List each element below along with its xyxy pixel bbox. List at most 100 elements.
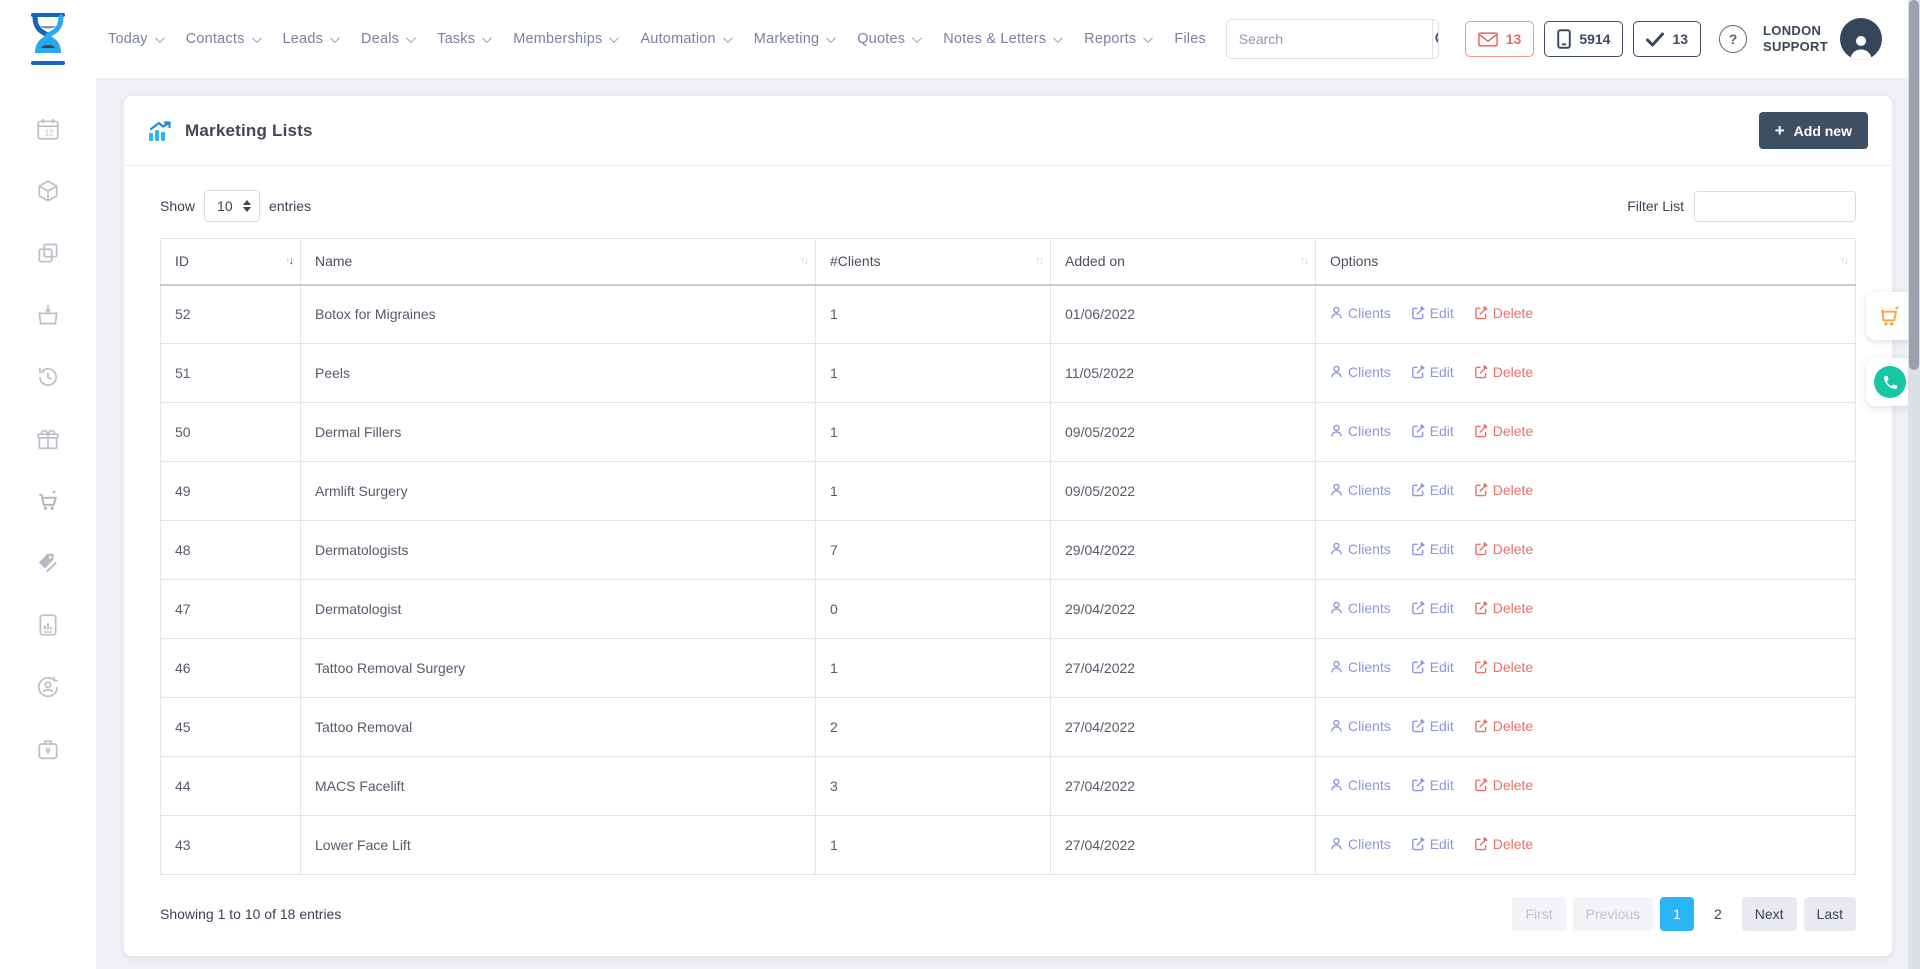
entries-summary: Showing 1 to 10 of 18 entries: [160, 906, 341, 922]
column-header-options[interactable]: Options ↑↓: [1316, 239, 1856, 285]
column-header-clients[interactable]: #Clients ↑↓: [816, 239, 1051, 285]
cell-clients: 7: [816, 521, 1051, 580]
delete-link[interactable]: Delete: [1474, 541, 1533, 557]
edit-link[interactable]: Edit: [1411, 482, 1454, 498]
scrollbar-track[interactable]: [1908, 0, 1920, 969]
nav-item-marketing[interactable]: Marketing: [754, 31, 833, 47]
clients-link[interactable]: Clients: [1330, 423, 1391, 439]
edit-link[interactable]: Edit: [1411, 600, 1454, 616]
delete-link[interactable]: Delete: [1474, 836, 1533, 852]
edit-link[interactable]: Edit: [1411, 541, 1454, 557]
nav-item-label: Today: [108, 31, 148, 47]
delete-link[interactable]: Delete: [1474, 482, 1533, 498]
clients-link[interactable]: Clients: [1330, 836, 1391, 852]
nav-item-notes-letters[interactable]: Notes & Letters: [943, 31, 1060, 47]
edit-link[interactable]: Edit: [1411, 777, 1454, 793]
mail-icon: [1478, 32, 1498, 47]
pagination-last[interactable]: Last: [1804, 897, 1856, 931]
calendar-icon[interactable]: 12: [35, 116, 61, 142]
floating-phone-button[interactable]: [1866, 358, 1914, 406]
edit-link[interactable]: Edit: [1411, 659, 1454, 675]
pagination-previous[interactable]: Previous: [1573, 897, 1653, 931]
pagination-1[interactable]: 1: [1660, 897, 1694, 931]
delete-link[interactable]: Delete: [1474, 718, 1533, 734]
clients-link[interactable]: Clients: [1330, 777, 1391, 793]
search-input[interactable]: [1227, 20, 1432, 58]
column-header-id[interactable]: ID ↑↓: [161, 239, 301, 285]
mail-badge[interactable]: 13: [1465, 21, 1535, 57]
nav-item-today[interactable]: Today: [108, 31, 162, 47]
table-row: 48 Dermatologists 7 29/04/2022 Clients: [161, 521, 1856, 580]
edit-link[interactable]: Edit: [1411, 423, 1454, 439]
phone-badge[interactable]: 5914: [1544, 21, 1623, 57]
delete-pencil-square-icon: [1474, 601, 1488, 615]
delete-link[interactable]: Delete: [1474, 305, 1533, 321]
delete-pencil-square-icon: [1474, 483, 1488, 497]
search-button[interactable]: [1432, 20, 1439, 58]
pagination-2[interactable]: 2: [1701, 897, 1735, 931]
delete-link[interactable]: Delete: [1474, 777, 1533, 793]
delete-pencil-square-icon: [1474, 778, 1488, 792]
clients-link[interactable]: Clients: [1330, 718, 1391, 734]
tasks-badge[interactable]: 13: [1633, 21, 1701, 57]
basket-icon[interactable]: [35, 302, 61, 328]
report-document-icon[interactable]: [35, 612, 61, 638]
scrollbar-thumb[interactable]: [1909, 0, 1919, 370]
clients-link[interactable]: Clients: [1330, 659, 1391, 675]
cell-name: MACS Facelift: [301, 757, 816, 816]
edit-link[interactable]: Edit: [1411, 836, 1454, 852]
filter-control: Filter List: [1627, 191, 1856, 222]
clients-link[interactable]: Clients: [1330, 364, 1391, 380]
clients-link[interactable]: Clients: [1330, 600, 1391, 616]
package-icon[interactable]: [35, 178, 61, 204]
column-header-name[interactable]: Name ↑↓: [301, 239, 816, 285]
gift-icon[interactable]: [35, 426, 61, 452]
page-size-select[interactable]: 10: [204, 190, 260, 222]
nav-item-files[interactable]: Files: [1174, 31, 1206, 47]
price-tags-icon[interactable]: [35, 550, 61, 576]
person-icon: [1330, 837, 1343, 851]
history-icon[interactable]: [35, 364, 61, 390]
edit-link[interactable]: Edit: [1411, 718, 1454, 734]
clients-link[interactable]: Clients: [1330, 541, 1391, 557]
cart-icon[interactable]: [35, 488, 61, 514]
cell-name: Peels: [301, 344, 816, 403]
edit-link[interactable]: Edit: [1411, 305, 1454, 321]
phone-icon: [1882, 374, 1899, 391]
column-header-added-on[interactable]: Added on ↑↓: [1051, 239, 1316, 285]
cell-clients: 1: [816, 344, 1051, 403]
nav-item-automation[interactable]: Automation: [640, 31, 729, 47]
briefcase-lock-icon[interactable]: [35, 736, 61, 762]
nav-item-contacts[interactable]: Contacts: [186, 31, 259, 47]
copy-pages-icon[interactable]: [35, 240, 61, 266]
floating-cart-button[interactable]: [1866, 292, 1914, 340]
clients-link[interactable]: Clients: [1330, 482, 1391, 498]
clients-link[interactable]: Clients: [1330, 305, 1391, 321]
delete-link[interactable]: Delete: [1474, 659, 1533, 675]
nav-item-memberships[interactable]: Memberships: [513, 31, 616, 47]
delete-link[interactable]: Delete: [1474, 423, 1533, 439]
account-sync-icon[interactable]: [35, 674, 61, 700]
nav-item-reports[interactable]: Reports: [1084, 31, 1150, 47]
nav-item-tasks[interactable]: Tasks: [437, 31, 489, 47]
mail-count: 13: [1506, 31, 1522, 47]
cell-options: Clients Edit: [1316, 285, 1856, 344]
nav-item-label: Memberships: [513, 31, 602, 47]
add-new-button[interactable]: + Add new: [1759, 112, 1868, 149]
person-avatar-icon: [1846, 32, 1876, 60]
chevron-down-icon: [912, 33, 922, 43]
user-avatar[interactable]: [1840, 18, 1882, 60]
nav-item-label: Quotes: [857, 31, 905, 47]
nav-item-deals[interactable]: Deals: [361, 31, 413, 47]
nav-item-leads[interactable]: Leads: [283, 31, 338, 47]
nav-item-quotes[interactable]: Quotes: [857, 31, 919, 47]
pagination-first[interactable]: First: [1512, 897, 1565, 931]
delete-link[interactable]: Delete: [1474, 600, 1533, 616]
app-logo[interactable]: [0, 12, 96, 66]
pagination-next[interactable]: Next: [1742, 897, 1797, 931]
filter-input[interactable]: [1694, 191, 1856, 222]
delete-link[interactable]: Delete: [1474, 364, 1533, 380]
edit-link[interactable]: Edit: [1411, 364, 1454, 380]
cell-clients: 1: [816, 816, 1051, 875]
question-circle-icon[interactable]: ?: [1719, 25, 1747, 53]
